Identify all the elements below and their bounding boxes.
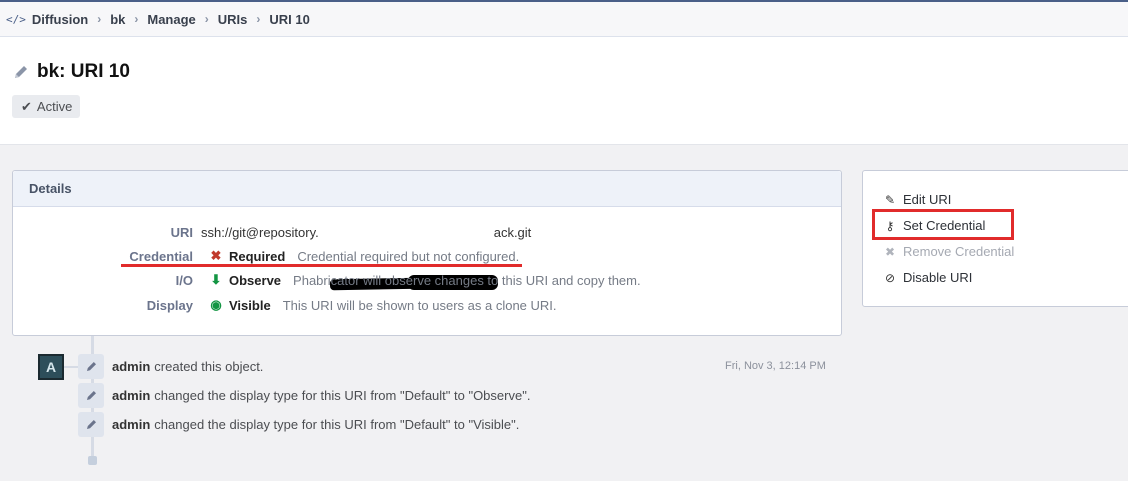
- timeline-text: admin changed the display type for this U…: [112, 417, 519, 432]
- timeline-event: admin changed the display type for this U…: [78, 412, 519, 437]
- pencil-icon: ✎: [884, 192, 896, 207]
- credential-desc: Credential required but not configured.: [297, 248, 520, 264]
- uri-prefix: ssh://git@repository.: [201, 224, 319, 240]
- display-value: ◉ Visible This URI will be shown to user…: [209, 297, 557, 313]
- pencil-icon: [78, 383, 104, 408]
- chevron-right-icon: ›: [134, 12, 139, 26]
- io-desc: Phabricator will observe changes to this…: [293, 272, 641, 288]
- crumb-diffusion[interactable]: </> Diffusion: [6, 12, 88, 27]
- crumb-label: bk: [110, 11, 126, 27]
- timeline-event: admin created this object.: [78, 354, 263, 379]
- edit-uri-action[interactable]: ✎ Edit URI: [884, 192, 951, 207]
- timeline-text: admin created this object.: [112, 359, 263, 374]
- annotation-underline: [121, 264, 522, 267]
- action-label: Edit URI: [903, 192, 952, 207]
- author-link[interactable]: admin: [112, 388, 150, 403]
- credential-value: ✖ Required Credential required but not c…: [209, 248, 520, 264]
- event-text: created this object.: [154, 359, 264, 374]
- uri-value: ssh://git@repository. ack.git: [201, 225, 531, 240]
- action-label: Disable URI: [903, 270, 973, 285]
- crumb-manage[interactable]: › Manage: [125, 12, 195, 27]
- property-credential: Credential ✖ Required Credential require…: [13, 246, 841, 266]
- close-icon: ✖: [210, 248, 222, 263]
- eye-icon: ◉: [210, 297, 222, 312]
- crumb-label: URI 10: [269, 11, 310, 27]
- pencil-icon: [78, 412, 104, 437]
- author-link[interactable]: admin: [112, 359, 150, 374]
- download-icon: ⬇: [210, 272, 222, 287]
- page-title-text: bk: URI 10: [37, 61, 130, 82]
- details-box: Details URI ssh://git@repository. ack.gi…: [12, 170, 842, 336]
- property-display: Display ◉ Visible This URI will be shown…: [13, 295, 841, 315]
- io-value: ⬇ Observe Phabricator will observe chang…: [209, 272, 641, 288]
- chevron-right-icon: ›: [97, 12, 102, 26]
- property-uri: URI ssh://git@repository. ack.git: [13, 222, 841, 291]
- status-badge: ✔ Active: [12, 95, 81, 118]
- display-desc: This URI will be shown to users as a clo…: [282, 297, 557, 313]
- pencil-icon: [15, 66, 27, 78]
- close-icon: ✖: [884, 244, 896, 259]
- property-io: I/O ⬇ Observe Phabricator will observe c…: [13, 270, 841, 290]
- timeline-event: admin changed the display type for this U…: [78, 383, 530, 408]
- disable-uri-action[interactable]: ⊘ Disable URI: [884, 270, 972, 285]
- timeline-date[interactable]: Fri, Nov 3, 12:14 PM: [725, 360, 826, 372]
- uri-label: URI: [170, 224, 193, 240]
- author-link[interactable]: admin: [112, 417, 150, 432]
- timeline-end-marker: [88, 456, 97, 465]
- crumb-uri-10[interactable]: › URI 10: [247, 12, 309, 27]
- uri-suffix: ack.git: [493, 224, 532, 240]
- io-status: Observe: [229, 272, 282, 288]
- pencil-icon: [78, 354, 104, 379]
- ban-icon: ⊘: [884, 270, 896, 285]
- breadcrumb: </> Diffusion › bk › Manage › URIs › URI…: [0, 0, 1128, 37]
- annotation-highlight-box: [872, 209, 1014, 240]
- event-text: changed the display type for this URI fr…: [154, 388, 531, 403]
- io-label: I/O: [175, 272, 193, 288]
- credential-label: Credential: [129, 248, 193, 264]
- crumb-label: URIs: [217, 11, 248, 27]
- display-label: Display: [146, 297, 193, 313]
- chevron-right-icon: ›: [204, 12, 209, 26]
- crumb-label: Manage: [147, 11, 196, 27]
- avatar[interactable]: A: [38, 354, 64, 380]
- status-label: Active: [36, 99, 73, 114]
- code-icon: </>: [6, 12, 26, 26]
- action-label: Remove Credential: [903, 244, 1015, 259]
- crumb-uris[interactable]: › URIs: [196, 12, 248, 27]
- timeline-text: admin changed the display type for this U…: [112, 388, 530, 403]
- chevron-right-icon: ›: [256, 12, 261, 26]
- check-icon: ✔: [21, 98, 32, 114]
- page-header: bk: URI 10 ✔ Active: [0, 37, 1128, 145]
- crumb-label: Diffusion: [31, 11, 89, 27]
- details-heading: Details: [13, 171, 841, 207]
- remove-credential-action[interactable]: ✖ Remove Credential: [884, 244, 1014, 259]
- event-text: changed the display type for this URI fr…: [154, 417, 520, 432]
- display-status: Visible: [229, 297, 271, 313]
- page-title: bk: URI 10: [12, 61, 130, 83]
- crumb-bk[interactable]: › bk: [88, 12, 125, 27]
- credential-status: Required: [229, 248, 286, 264]
